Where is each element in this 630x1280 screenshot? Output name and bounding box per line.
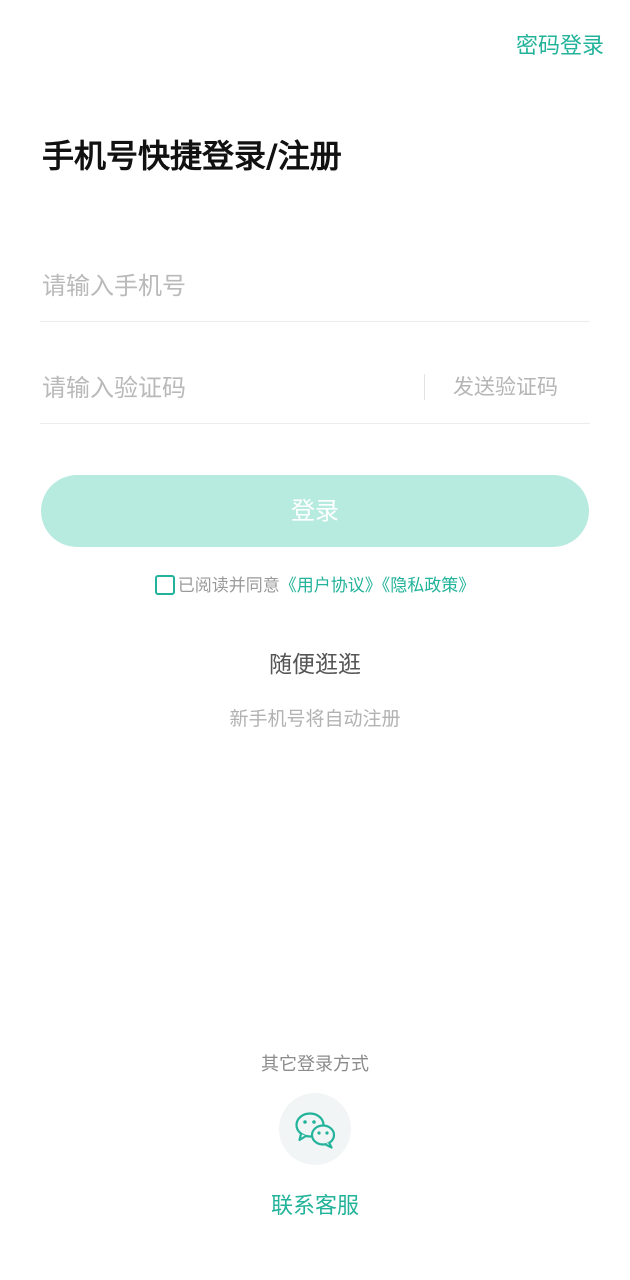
code-field-row: 发送验证码: [40, 352, 590, 424]
phone-field-row: [40, 250, 590, 322]
wechat-login-button[interactable]: [279, 1093, 351, 1165]
agreement-prefix: 已阅读并同意: [177, 576, 280, 596]
login-button[interactable]: 登录: [41, 475, 589, 547]
wechat-icon: [295, 1112, 336, 1149]
contact-service-link[interactable]: 联系客服: [0, 1191, 630, 1223]
page-title: 手机号快捷登录/注册: [42, 137, 342, 175]
send-code-button[interactable]: 发送验证码: [453, 372, 558, 402]
other-login-label: 其它登录方式: [261, 1054, 369, 1075]
code-field-divider: [424, 374, 425, 400]
phone-input[interactable]: [42, 266, 582, 306]
auto-register-note: 新手机号将自动注册: [229, 708, 401, 730]
agreement-row: 已阅读并同意《用户协议》《隐私政策》: [0, 574, 630, 598]
login-page: 密码登录 手机号快捷登录/注册 发送验证码 登录 已阅读并同意《用户协议》《隐私…: [0, 0, 630, 1280]
agreement-checkbox[interactable]: [154, 575, 175, 595]
user-agreement-link[interactable]: 《用户协议》: [280, 576, 382, 596]
verification-code-input[interactable]: [42, 368, 402, 408]
privacy-policy-link[interactable]: 《隐私政策》: [382, 576, 476, 596]
browse-link[interactable]: 随便逛逛: [0, 648, 630, 682]
password-login-link[interactable]: 密码登录: [516, 32, 604, 62]
